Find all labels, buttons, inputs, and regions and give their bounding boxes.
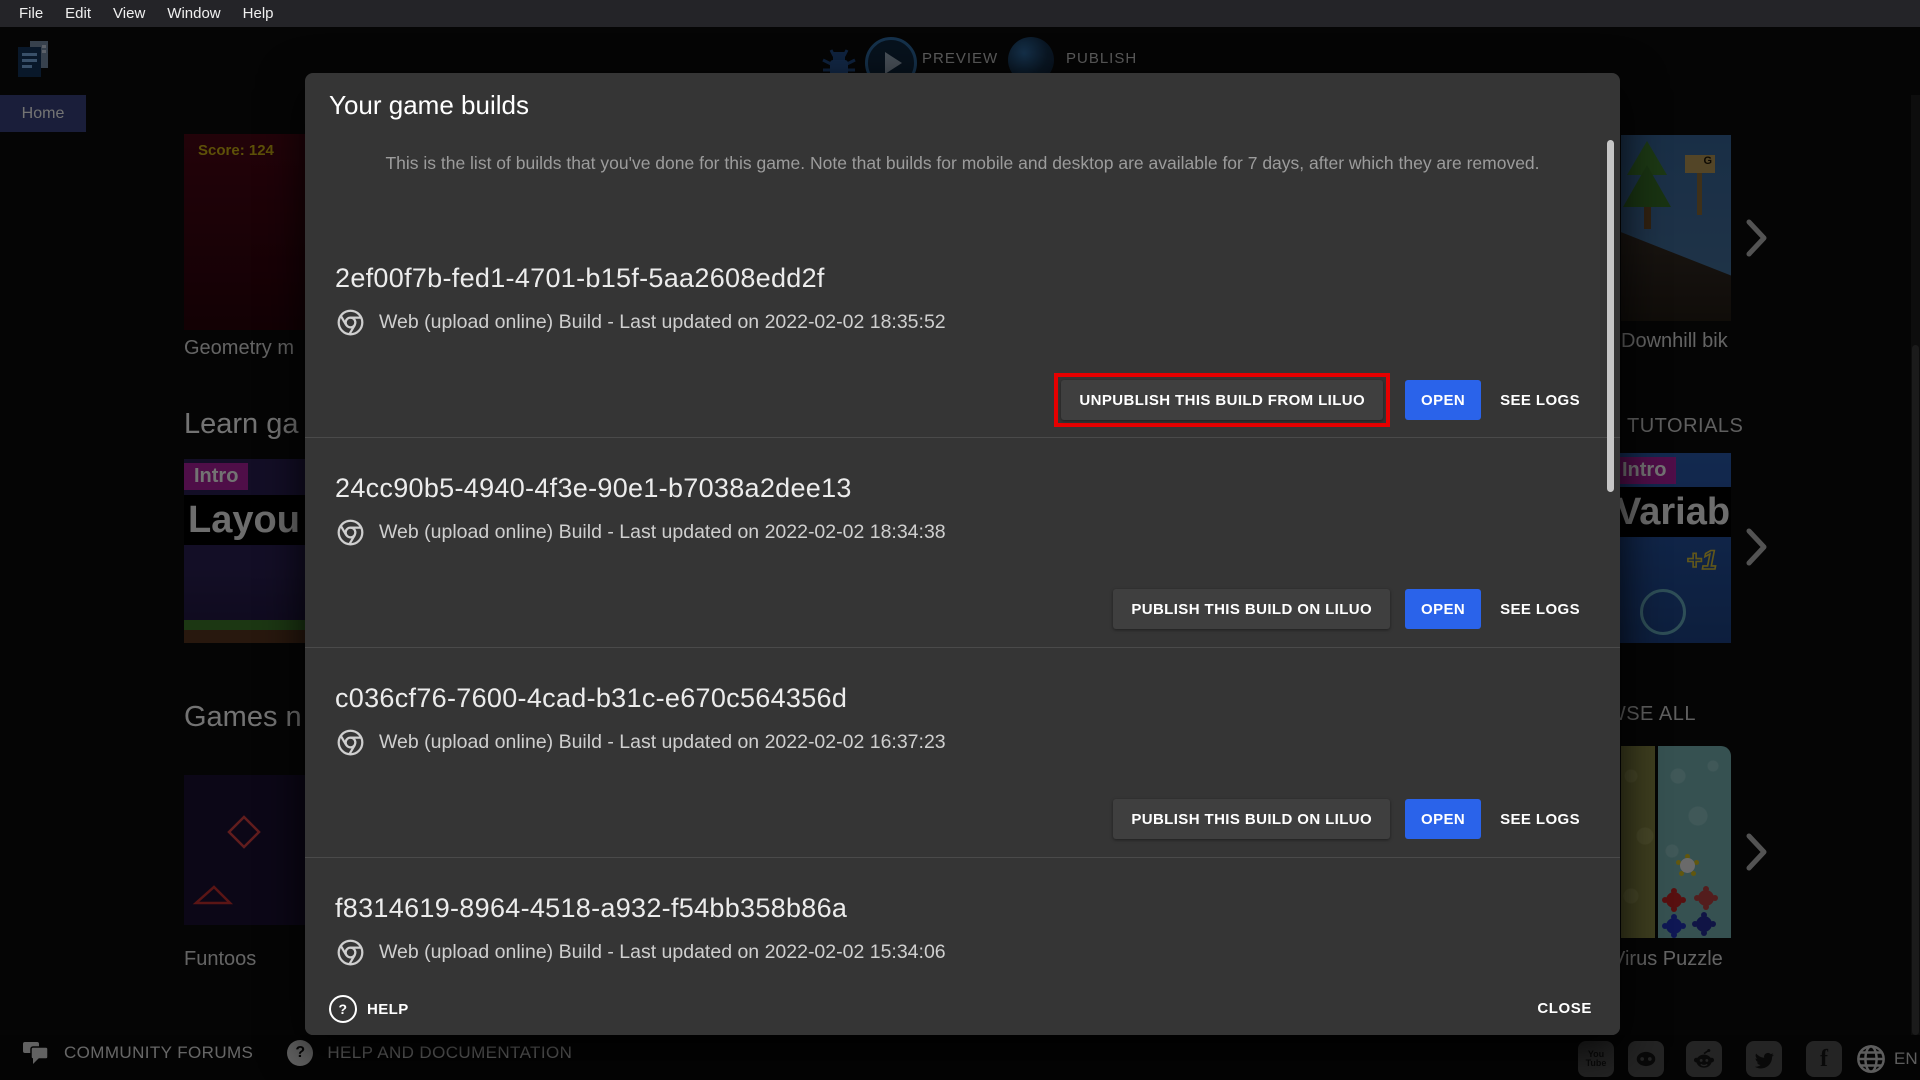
- menu-bar: File Edit View Window Help: [0, 0, 1920, 27]
- menu-file[interactable]: File: [8, 5, 54, 22]
- build-id: 2ef00f7b-fed1-4701-b15f-5aa2608edd2f: [335, 263, 825, 294]
- chrome-icon: [337, 729, 364, 756]
- unpublish-build-button[interactable]: UNPUBLISH THIS BUILD FROM LILUO: [1061, 380, 1383, 420]
- menu-window[interactable]: Window: [156, 5, 231, 22]
- dialog-description: This is the list of builds that you've d…: [373, 149, 1553, 177]
- build-subtitle: Web (upload online) Build - Last updated…: [379, 521, 946, 544]
- build-id: c036cf76-7600-4cad-b31c-e670c564356d: [335, 683, 847, 714]
- build-row: c036cf76-7600-4cad-b31c-e670c564356d Web…: [305, 647, 1620, 858]
- open-build-button[interactable]: OPEN: [1405, 589, 1481, 629]
- help-icon: ?: [329, 995, 357, 1023]
- close-button[interactable]: CLOSE: [1537, 1000, 1592, 1017]
- open-build-button[interactable]: OPEN: [1405, 799, 1481, 839]
- dialog-scrollbar-thumb[interactable]: [1607, 140, 1614, 492]
- build-id: 24cc90b5-4940-4f3e-90e1-b7038a2dee13: [335, 473, 852, 504]
- publish-build-button[interactable]: PUBLISH THIS BUILD ON LILUO: [1113, 589, 1390, 629]
- open-build-button[interactable]: OPEN: [1405, 380, 1481, 420]
- dialog-title: Your game builds: [329, 90, 529, 121]
- publish-build-button[interactable]: PUBLISH THIS BUILD ON LILUO: [1113, 799, 1390, 839]
- see-logs-button[interactable]: SEE LOGS: [1496, 589, 1584, 629]
- build-actions: PUBLISH THIS BUILD ON LILUO OPEN SEE LOG…: [1113, 589, 1584, 629]
- chrome-icon: [337, 939, 364, 966]
- build-subtitle: Web (upload online) Build - Last updated…: [379, 731, 946, 754]
- build-actions: UNPUBLISH THIS BUILD FROM LILUO OPEN SEE…: [1054, 373, 1584, 427]
- see-logs-button[interactable]: SEE LOGS: [1496, 380, 1584, 420]
- annotation-highlight-box: UNPUBLISH THIS BUILD FROM LILUO: [1054, 373, 1390, 427]
- menu-help[interactable]: Help: [232, 5, 285, 22]
- builds-dialog: Your game builds This is the list of bui…: [305, 73, 1620, 1035]
- chrome-icon: [337, 519, 364, 546]
- build-row: 24cc90b5-4940-4f3e-90e1-b7038a2dee13 Web…: [305, 437, 1620, 648]
- help-button[interactable]: ? HELP: [329, 995, 409, 1023]
- menu-view[interactable]: View: [102, 5, 156, 22]
- build-actions: PUBLISH THIS BUILD ON LILUO OPEN SEE LOG…: [1113, 799, 1584, 839]
- see-logs-button[interactable]: SEE LOGS: [1496, 799, 1584, 839]
- menu-edit[interactable]: Edit: [54, 5, 102, 22]
- chrome-icon: [337, 309, 364, 336]
- app-window: File Edit View Window Help PREVIEW PUBLI…: [0, 0, 1920, 1080]
- build-subtitle: Web (upload online) Build - Last updated…: [379, 941, 946, 964]
- build-subtitle: Web (upload online) Build - Last updated…: [379, 311, 946, 334]
- build-id: f8314619-8964-4518-a932-f54bb358b86a: [335, 893, 847, 924]
- dialog-actions-bar: ? HELP CLOSE: [305, 983, 1620, 1035]
- build-row: 2ef00f7b-fed1-4701-b15f-5aa2608edd2f Web…: [305, 227, 1620, 438]
